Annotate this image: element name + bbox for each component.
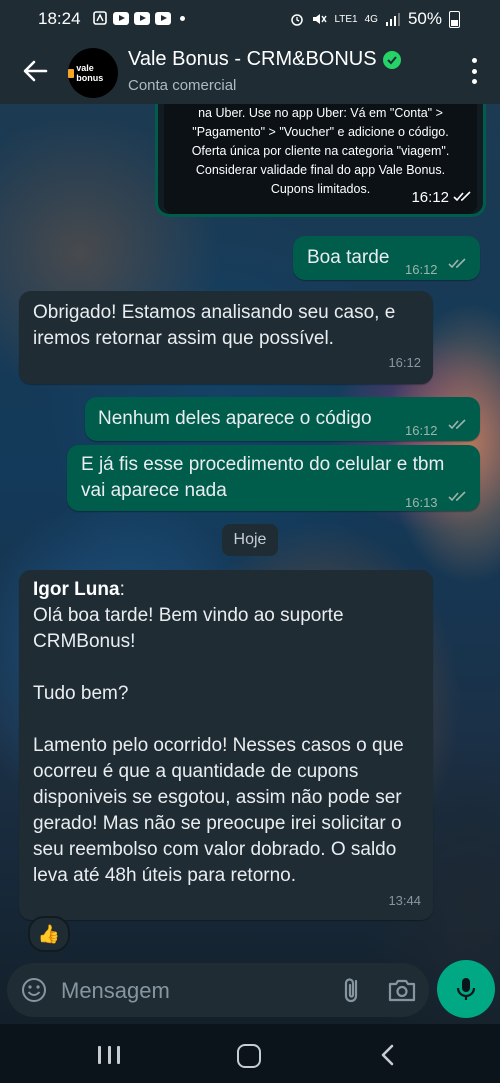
quoted-message-text: na Uber. Use no app Uber: Vá em "Conta" … [191,106,450,196]
read-receipt-icon [448,419,466,430]
message-text: E já fis esse procedimento do celular e … [81,454,445,501]
read-receipt-icon [453,191,471,202]
status-time: 18:24 [38,9,81,28]
contact-name: Vale Bonus - CRM&BONUS [128,48,377,70]
more-notifications-icon [180,15,185,21]
notification-icons [92,10,185,26]
read-receipt-icon [448,491,466,502]
chat-header: vale bonus Vale Bonus - CRM&BONUS Conta … [0,36,500,104]
message-body: Igor Luna: Olá boa tarde! Bem vindo ao s… [33,577,415,889]
battery-icon [449,10,460,28]
message-time: 16:12 [405,262,438,277]
youtube-notification-icon [155,11,171,25]
contact-avatar[interactable]: vale bonus [68,48,118,98]
outgoing-message[interactable]: E já fis esse procedimento do celular e … [67,445,480,511]
message-time: 16:12 [388,355,421,370]
message-time: 16:12 [405,423,438,438]
message-time: 13:44 [388,893,421,908]
message-text: Tudo bem? [33,683,129,704]
message-text: Nenhum deles aparece o código [98,408,372,429]
home-icon[interactable] [237,1044,261,1068]
sender-colon: : [119,579,125,600]
date-separator: Hoje [222,524,278,556]
verified-badge-icon [382,50,401,69]
incoming-message[interactable]: Igor Luna: Olá boa tarde! Bem vindo ao s… [19,570,433,920]
sender-name: Igor Luna [33,579,120,600]
microphone-button[interactable] [437,960,495,1018]
camera-icon[interactable] [387,976,417,1004]
avatar-text: vale bonus [76,63,104,83]
emoji-icon[interactable] [21,977,47,1003]
thumbs-up-reaction-icon[interactable]: 👍 [28,916,70,952]
message-input[interactable] [59,973,323,1009]
message-text: Obrigado! Estamos analisando seu caso, e… [33,302,396,349]
composer-pill [7,963,429,1017]
signal-icon [385,13,400,26]
chat-area[interactable]: na Uber. Use no app Uber: Vá em "Conta" … [0,104,500,1024]
message-composer [0,960,500,1024]
quoted-message-bubble[interactable]: na Uber. Use no app Uber: Vá em "Conta" … [155,104,486,217]
battery-percent: 50% [407,9,442,28]
recent-apps-icon[interactable] [98,1046,120,1064]
message-time: 16:13 [405,495,438,510]
youtube-notification-icon [113,11,129,25]
message-text: Boa tarde [307,247,390,268]
outgoing-message[interactable]: Boa tarde 16:12 [293,236,480,280]
more-options-icon[interactable] [470,58,478,84]
contact-subtitle: Conta comercial [128,77,237,94]
alarm-icon [291,14,304,26]
status-bar: 18:24 LTE1 4G 50% [0,0,500,36]
mute-icon [313,14,328,24]
system-nav-bar [0,1024,500,1083]
back-nav-icon[interactable] [378,1044,398,1066]
message-text: Olá boa tarde! Bem vindo ao suporte CRMB… [33,605,344,652]
youtube-notification-icon [134,11,150,25]
message-text: Lamento pelo ocorrido! Nesses casos o qu… [33,735,404,886]
network-label: LTE1 [334,13,358,25]
back-arrow-icon[interactable] [20,56,50,86]
attachment-icon[interactable] [339,975,367,1005]
microphone-icon [456,978,476,1000]
nfc-notification-icon [93,11,107,25]
read-receipt-icon [448,258,466,269]
system-icons: LTE1 4G 50% [290,9,460,29]
incoming-message[interactable]: Obrigado! Estamos analisando seu caso, e… [19,291,433,384]
message-time: 16:12 [411,189,449,206]
outgoing-message[interactable]: Nenhum deles aparece o código 16:12 [85,397,480,441]
contact-info[interactable]: Vale Bonus - CRM&BONUS Conta comercial [128,48,401,94]
contact-title: Vale Bonus - CRM&BONUS [128,48,401,71]
network-type-label: 4G [364,13,378,25]
brand-logo-icon [68,68,75,78]
